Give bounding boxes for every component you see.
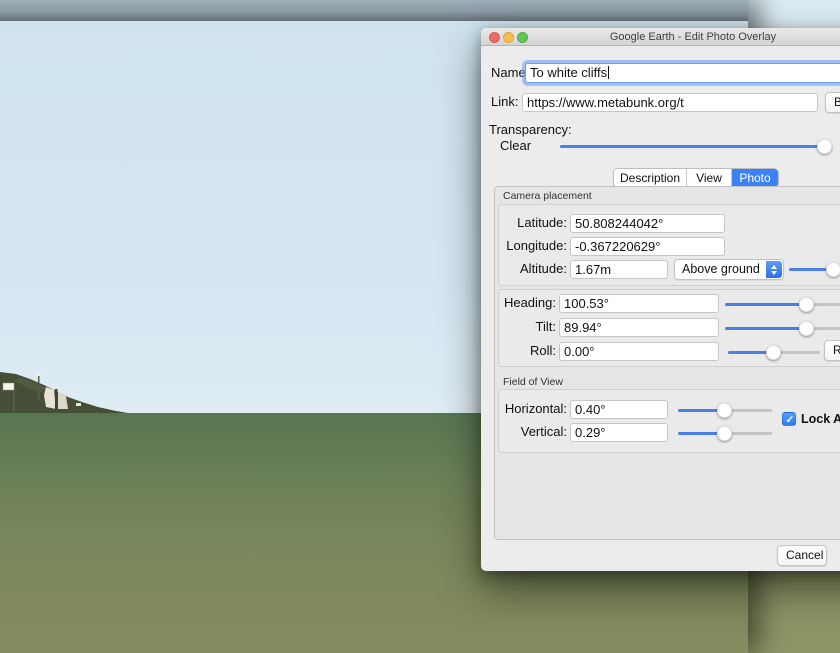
- heading-value: 100.53°: [564, 296, 609, 311]
- tilt-slider-track[interactable]: [725, 327, 840, 330]
- horizontal-value: 0.40°: [575, 402, 606, 417]
- browse-button[interactable]: B: [825, 92, 840, 113]
- field-of-view-groupbox: Horizontal: 0.40° Vertical: 0.29°: [498, 389, 840, 453]
- lock-aspect-checkbox[interactable]: [782, 412, 796, 426]
- roll-input[interactable]: 0.00°: [559, 342, 719, 361]
- stepper-arrows-icon[interactable]: [766, 261, 782, 278]
- longitude-value: -0.367220629°: [575, 239, 660, 254]
- tab-view[interactable]: View: [687, 169, 732, 187]
- name-input-value: To white cliffs: [530, 65, 607, 80]
- desktop: Google Earth - Edit Photo Overlay Name: …: [0, 0, 840, 653]
- horizontal-slider-thumb[interactable]: [717, 403, 732, 418]
- roll-label: Roll:: [499, 341, 556, 361]
- roll-slider[interactable]: [728, 344, 820, 360]
- latitude-value: 50.808244042°: [575, 216, 663, 231]
- tilt-slider[interactable]: [725, 320, 840, 336]
- name-label: Name:: [491, 63, 525, 83]
- altitude-slider-thumb[interactable]: [826, 262, 840, 277]
- altitude-input[interactable]: 1.67m: [570, 260, 668, 279]
- minimize-button[interactable]: [503, 32, 514, 43]
- link-input[interactable]: https://www.metabunk.org/t: [522, 93, 818, 112]
- vertical-slider[interactable]: [678, 425, 772, 441]
- link-input-value: https://www.metabunk.org/t: [527, 95, 684, 110]
- heading-slider[interactable]: [725, 296, 840, 312]
- latitude-input[interactable]: 50.808244042°: [570, 214, 725, 233]
- vertical-slider-thumb[interactable]: [717, 426, 732, 441]
- transparency-slider-track[interactable]: [560, 145, 832, 148]
- heading-label: Heading:: [499, 293, 556, 313]
- longitude-input[interactable]: -0.367220629°: [570, 237, 725, 256]
- heading-input[interactable]: 100.53°: [559, 294, 719, 313]
- longitude-label: Longitude:: [499, 236, 567, 256]
- transparency-slider-thumb[interactable]: [817, 139, 832, 154]
- heading-slider-fill: [725, 303, 807, 306]
- transparency-slider[interactable]: [560, 138, 832, 154]
- roll-value: 0.00°: [564, 344, 595, 359]
- camera-placement-section-title: Camera placement: [503, 190, 592, 202]
- orientation-groupbox: Heading: 100.53° Tilt: 89.94° Roll:: [498, 289, 840, 367]
- horizontal-slider[interactable]: [678, 402, 772, 418]
- vertical-input[interactable]: 0.29°: [570, 423, 668, 442]
- toolbar-strip: [0, 0, 748, 21]
- field-of-view-section-title: Field of View: [503, 376, 563, 388]
- tilt-value: 89.94°: [564, 320, 602, 335]
- transparency-slider-fill: [560, 145, 832, 148]
- heading-slider-thumb[interactable]: [799, 297, 814, 312]
- cancel-button[interactable]: Cancel: [777, 545, 827, 566]
- altitude-mode-value: Above ground: [682, 260, 760, 279]
- tilt-input[interactable]: 89.94°: [559, 318, 719, 337]
- horizontal-input[interactable]: 0.40°: [570, 400, 668, 419]
- vertical-label: Vertical:: [499, 422, 567, 442]
- link-label: Link:: [491, 92, 518, 112]
- text-caret: [608, 66, 609, 79]
- heading-slider-track[interactable]: [725, 303, 840, 306]
- lock-aspect-label: Lock Asp: [801, 409, 840, 429]
- altitude-mode-select[interactable]: Above ground: [674, 259, 784, 280]
- dialog-title: Google Earth - Edit Photo Overlay: [610, 31, 776, 43]
- window-controls: [485, 32, 535, 43]
- dialog-titlebar[interactable]: Google Earth - Edit Photo Overlay: [481, 28, 840, 46]
- close-button[interactable]: [489, 32, 500, 43]
- latitude-label: Latitude:: [499, 213, 567, 233]
- name-input[interactable]: To white cliffs: [525, 63, 840, 83]
- vertical-value: 0.29°: [575, 425, 606, 440]
- reset-button[interactable]: R: [824, 340, 840, 361]
- tilt-slider-thumb[interactable]: [799, 321, 814, 336]
- zoom-button[interactable]: [517, 32, 528, 43]
- tilt-slider-fill: [725, 327, 807, 330]
- tab-description[interactable]: Description: [614, 169, 687, 187]
- transparency-clear-label: Clear: [500, 136, 531, 156]
- altitude-slider[interactable]: [789, 261, 840, 277]
- tab-bar: Description View Photo: [613, 168, 779, 188]
- white-cliffs-headland: [0, 365, 140, 413]
- position-groupbox: Latitude: 50.808244042° Longitude: -0.36…: [498, 204, 840, 286]
- tilt-label: Tilt:: [499, 317, 556, 337]
- tab-photo[interactable]: Photo: [732, 169, 778, 187]
- photo-tab-pane: Camera placement Latitude: 50.808244042°…: [494, 186, 840, 540]
- roll-slider-thumb[interactable]: [766, 345, 781, 360]
- horizontal-label: Horizontal:: [499, 399, 567, 419]
- edit-photo-overlay-dialog: Google Earth - Edit Photo Overlay Name: …: [481, 28, 840, 571]
- altitude-value: 1.67m: [575, 262, 611, 277]
- altitude-label: Altitude:: [499, 259, 567, 279]
